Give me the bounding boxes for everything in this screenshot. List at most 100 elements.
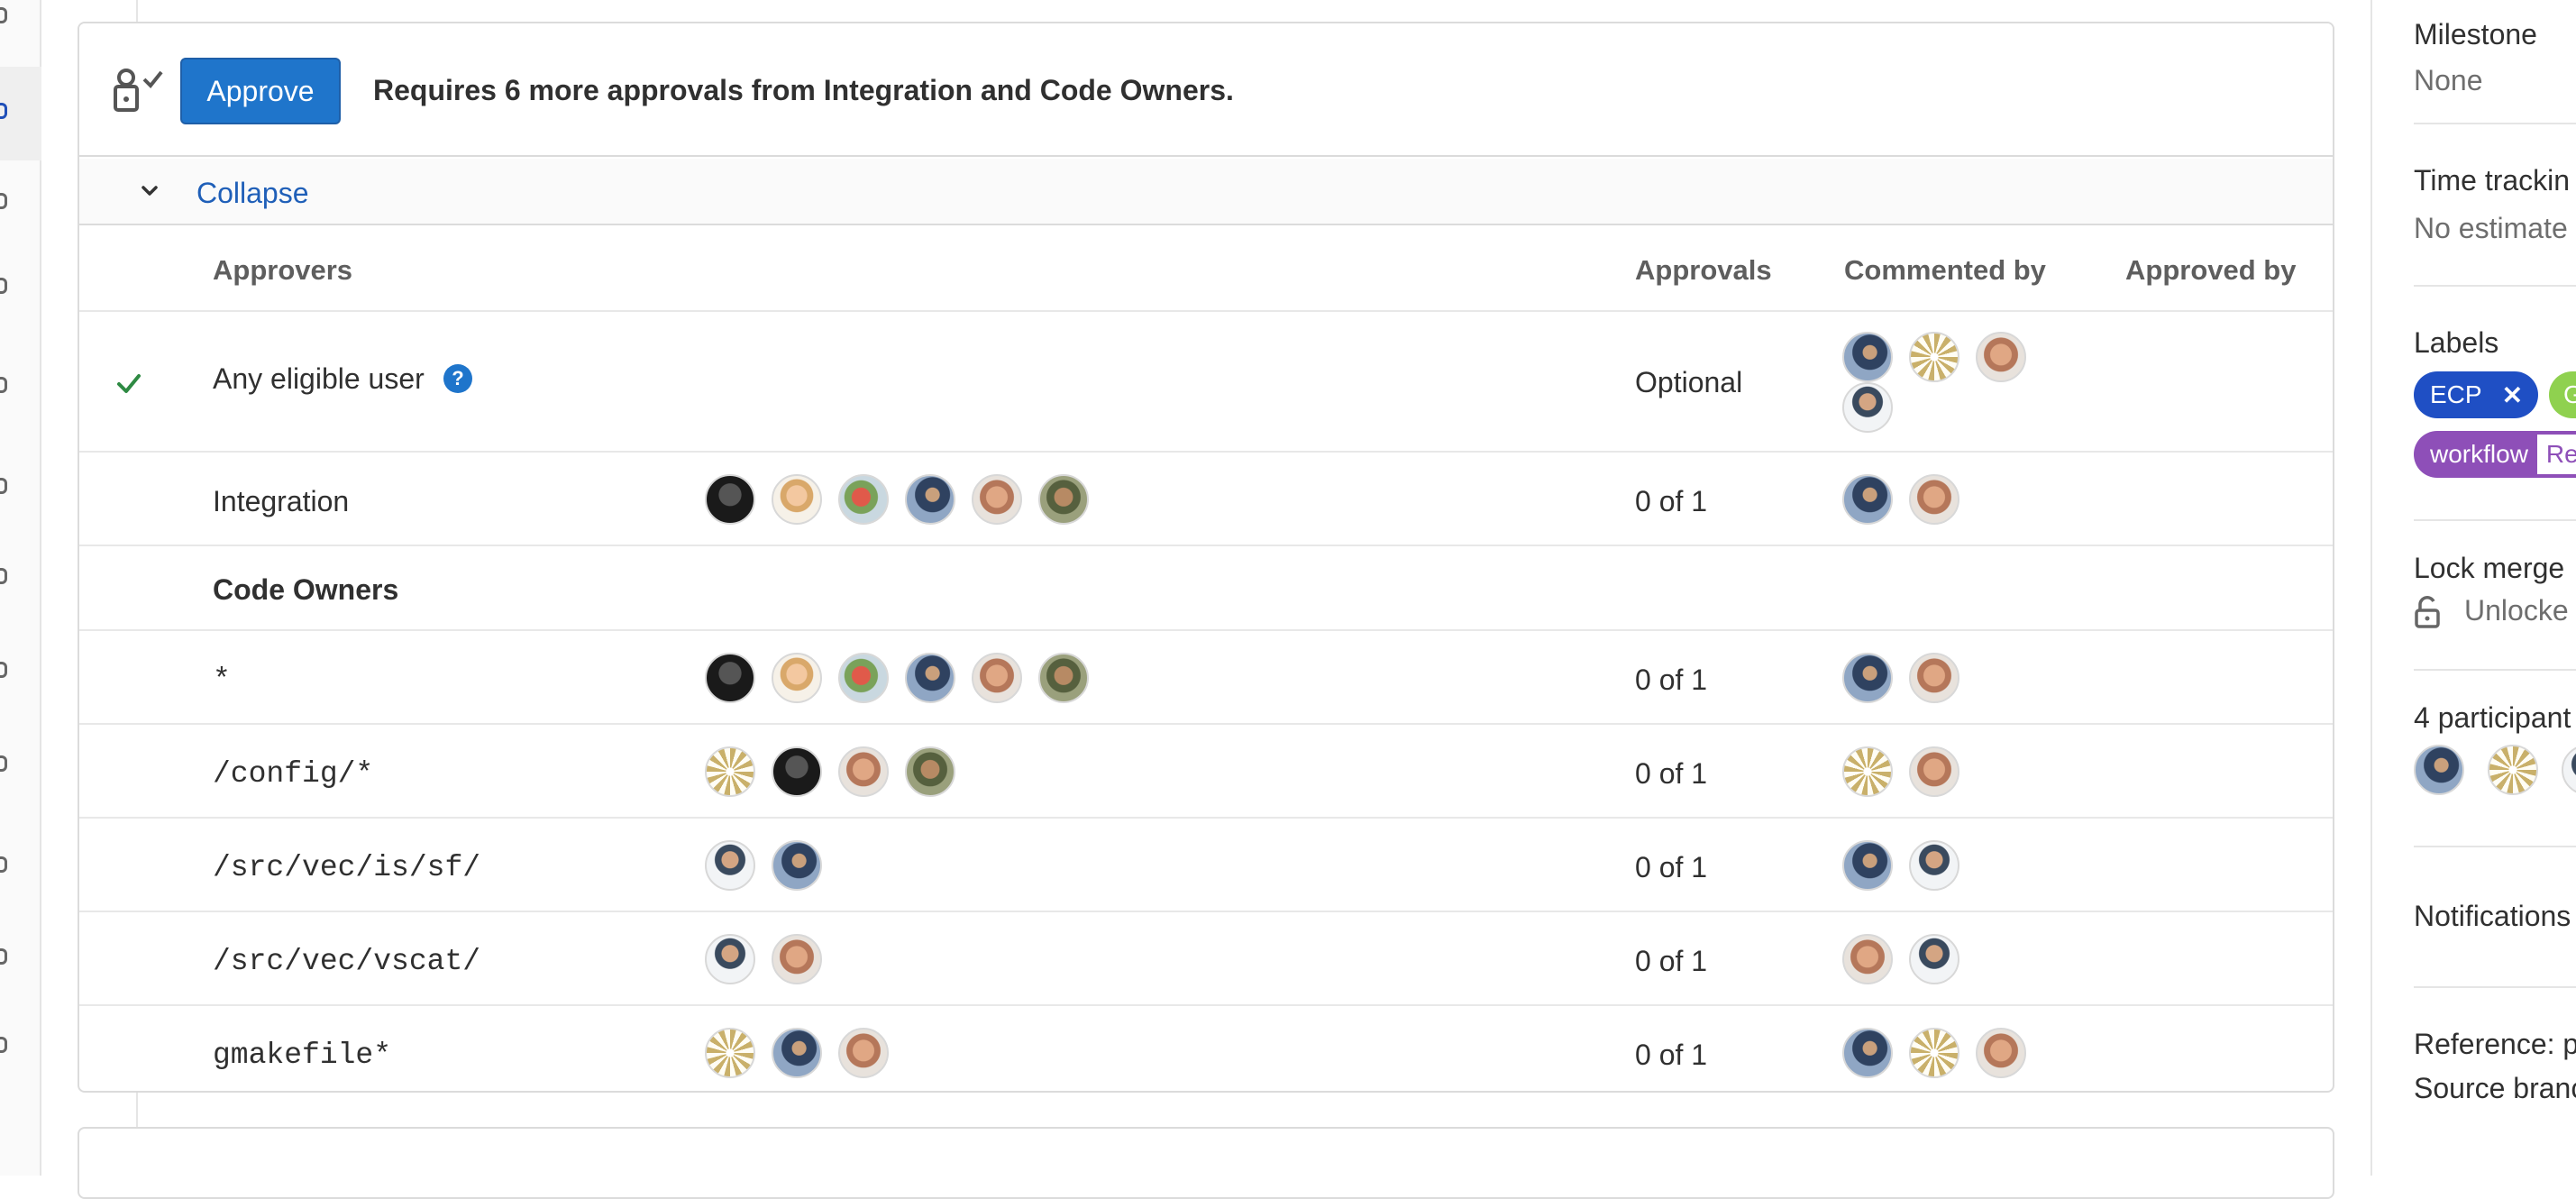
- header-approved-by: Approved by: [2125, 254, 2297, 286]
- participants-title: 4 participant: [2414, 701, 2571, 734]
- avatar[interactable]: [705, 1028, 755, 1078]
- label-g[interactable]: G: [2549, 371, 2576, 418]
- avatar[interactable]: [972, 474, 1022, 525]
- table-row: Any eligible user ? Optional: [79, 312, 2333, 453]
- rule-name: Any eligible user: [213, 362, 425, 395]
- avatar[interactable]: [772, 1028, 822, 1078]
- avatar[interactable]: [1909, 840, 1959, 891]
- avatar[interactable]: [705, 934, 755, 984]
- nav-icon-10[interactable]: [0, 856, 7, 873]
- avatar[interactable]: [772, 746, 822, 797]
- label-text: ECP: [2430, 380, 2482, 408]
- approve-button[interactable]: Approve: [180, 58, 341, 124]
- avatar[interactable]: [1842, 934, 1893, 984]
- avatar[interactable]: [772, 934, 822, 984]
- time-tracking-block[interactable]: Time trackin No estimate: [2414, 164, 2576, 245]
- avatar[interactable]: [1909, 653, 1959, 703]
- nav-icon-merge-requests[interactable]: [0, 103, 7, 119]
- divider: [2414, 846, 2576, 847]
- nav-icon-12[interactable]: [0, 1037, 7, 1053]
- avatar[interactable]: [705, 840, 755, 891]
- nav-icon-4[interactable]: [0, 278, 7, 294]
- label-workflow[interactable]: workflow Re: [2414, 431, 2576, 478]
- participant-avatar[interactable]: [2488, 745, 2538, 795]
- header-approvals: Approvals: [1635, 254, 1772, 286]
- notifications-block[interactable]: Notifications: [2414, 900, 2576, 933]
- left-nav-rail: [0, 0, 41, 1176]
- help-icon[interactable]: ?: [443, 364, 472, 393]
- notifications-title: Notifications: [2414, 900, 2571, 932]
- code-owners-section-row: Code Owners: [79, 546, 2333, 631]
- approval-widget: Approve Requires 6 more approvals from I…: [78, 22, 2334, 1093]
- avatar[interactable]: [1842, 653, 1893, 703]
- nav-icon-1[interactable]: [0, 7, 7, 23]
- lock-status-value: Unlocke: [2464, 594, 2569, 627]
- time-tracking-value: No estimate: [2414, 212, 2568, 244]
- approval-lock-check-icon: [114, 69, 163, 112]
- avatar[interactable]: [1038, 653, 1089, 703]
- avatar[interactable]: [1842, 746, 1893, 797]
- avatar[interactable]: [838, 746, 889, 797]
- labels-title: Labels: [2414, 326, 2499, 359]
- nav-icon-3[interactable]: [0, 193, 7, 209]
- avatar[interactable]: [972, 653, 1022, 703]
- chevron-down-icon[interactable]: [137, 178, 162, 204]
- avatar[interactable]: [1842, 474, 1893, 525]
- avatar[interactable]: [838, 474, 889, 525]
- avatar[interactable]: [905, 746, 955, 797]
- avatar[interactable]: [705, 653, 755, 703]
- avatar[interactable]: [1976, 332, 2026, 382]
- approvals-count: 0 of 1: [1635, 757, 1708, 790]
- milestone-title: Milestone: [2414, 18, 2537, 50]
- header-commented-by: Commented by: [1844, 254, 2046, 286]
- avatar[interactable]: [772, 474, 822, 525]
- rule-pattern: /config/*: [213, 757, 374, 791]
- nav-icon-9[interactable]: [0, 755, 7, 772]
- collapse-link[interactable]: Collapse: [196, 177, 309, 210]
- table-row: /config/* 0 of 1: [79, 725, 2333, 819]
- divider: [2414, 285, 2576, 287]
- approvers-table: Approvers Approvals Commented by Approve…: [79, 227, 2333, 1091]
- header-approvers: Approvers: [213, 254, 353, 286]
- milestone-block[interactable]: Milestone None: [2414, 18, 2576, 97]
- participant-avatar[interactable]: [2414, 745, 2464, 795]
- avatar[interactable]: [1909, 1028, 1959, 1078]
- avatar[interactable]: [1909, 474, 1959, 525]
- avatar[interactable]: [1909, 746, 1959, 797]
- participant-avatar[interactable]: [2562, 745, 2576, 795]
- avatar[interactable]: [1038, 474, 1089, 525]
- collapse-bar: Collapse: [79, 159, 2333, 225]
- nav-icon-6[interactable]: [0, 478, 7, 494]
- avatar[interactable]: [905, 653, 955, 703]
- lock-merge-block[interactable]: Lock merge Unlocke: [2414, 552, 2576, 630]
- nav-icon-11[interactable]: [0, 948, 7, 965]
- approvals-count: 0 of 1: [1635, 1039, 1708, 1071]
- avatar[interactable]: [772, 840, 822, 891]
- avatar[interactable]: [1842, 332, 1893, 382]
- table-row: /src/vec/vscat/ 0 of 1: [79, 912, 2333, 1006]
- check-icon: [117, 374, 141, 393]
- approvals-count: 0 of 1: [1635, 664, 1708, 696]
- label-ecp[interactable]: ECP ✕: [2414, 371, 2538, 418]
- avatar[interactable]: [1909, 332, 1959, 382]
- avatar[interactable]: [838, 1028, 889, 1078]
- avatar[interactable]: [838, 653, 889, 703]
- avatar[interactable]: [905, 474, 955, 525]
- avatar[interactable]: [1976, 1028, 2026, 1078]
- avatar[interactable]: [1909, 934, 1959, 984]
- avatar[interactable]: [705, 474, 755, 525]
- lock-merge-title: Lock merge: [2414, 552, 2565, 584]
- divider: [2414, 669, 2576, 671]
- table-row: gmakefile* 0 of 1: [79, 1006, 2333, 1091]
- nav-icon-5[interactable]: [0, 377, 7, 393]
- nav-icon-7[interactable]: [0, 568, 7, 584]
- avatar[interactable]: [772, 653, 822, 703]
- nav-icon-8[interactable]: [0, 662, 7, 678]
- avatar[interactable]: [705, 746, 755, 797]
- lock-status: Unlocke: [2414, 594, 2576, 630]
- avatar[interactable]: [1842, 840, 1893, 891]
- label-remove-icon[interactable]: ✕: [2502, 380, 2523, 410]
- avatar[interactable]: [1842, 1028, 1893, 1078]
- rule-pattern: /src/vec/vscat/: [213, 945, 481, 978]
- avatar[interactable]: [1842, 382, 1893, 433]
